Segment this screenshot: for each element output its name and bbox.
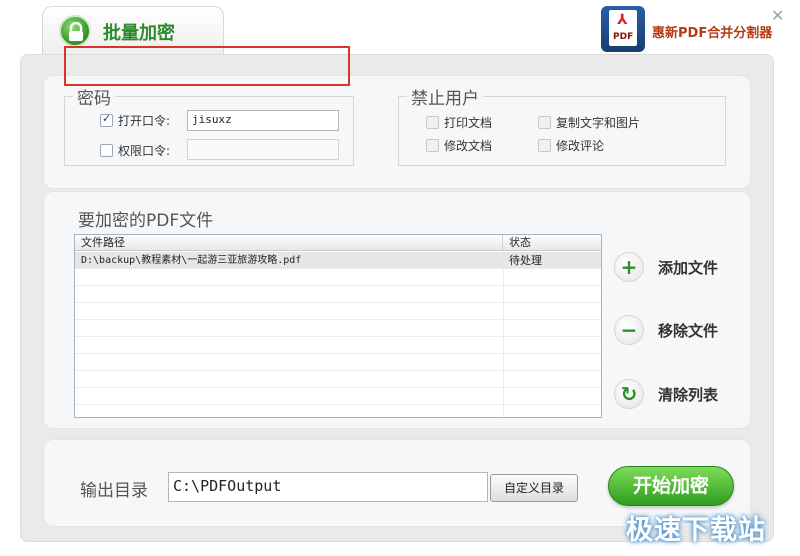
pdf-mark: ⅄	[617, 12, 628, 28]
password-legend: 密码	[77, 89, 111, 109]
output-dir-input[interactable]: C:\PDFOutput	[168, 472, 488, 502]
empty-row	[75, 269, 601, 286]
window-title: 批量加密	[103, 23, 175, 44]
output-dir-label: 输出目录	[80, 481, 148, 501]
forbid-modify-checkbox[interactable]: 修改文档	[426, 137, 492, 154]
forbid-print-label: 打印文档	[444, 116, 493, 130]
close-button[interactable]: ✕	[771, 6, 784, 25]
remove-glyph: −	[620, 318, 638, 342]
forbid-print-check-box[interactable]	[426, 116, 439, 129]
file-status-cell: 待处理	[509, 254, 542, 267]
empty-row	[75, 388, 601, 405]
forbid-comment-check-box[interactable]	[538, 139, 551, 152]
empty-row	[75, 286, 601, 303]
open-password-input[interactable]: jisuxz	[187, 110, 339, 131]
remove-icon[interactable]: −	[614, 315, 644, 345]
empty-row	[75, 337, 601, 354]
permission-password-input[interactable]	[187, 139, 339, 160]
add-file-label: 添加文件	[658, 258, 719, 277]
forbid-copy-label: 复制文字和图片	[556, 116, 641, 130]
highlight-annotation	[64, 46, 350, 86]
empty-row	[75, 371, 601, 388]
lock-icon	[59, 15, 91, 47]
files-panel: 要加密的PDF文件 文件路径 状态 D:\backup\教程素材\一起游三亚旅游…	[43, 191, 751, 429]
open-password-checkbox[interactable]: 打开口令:	[100, 112, 170, 129]
refresh-icon[interactable]: ↻	[614, 379, 644, 409]
app-window: 批量加密 ⅄ PDF 惠新PDF合并分割器 ✕ 密码 打开口令: jisuxz …	[0, 0, 800, 556]
forbid-print-checkbox[interactable]: 打印文档	[426, 114, 492, 131]
file-table[interactable]: 文件路径 状态 D:\backup\教程素材\一起游三亚旅游攻略.pdf 待处理	[74, 234, 602, 418]
permission-password-check-box[interactable]	[100, 144, 113, 157]
forbid-comment-label: 修改评论	[556, 139, 605, 153]
forbid-copy-check-box[interactable]	[538, 116, 551, 129]
column-header-path[interactable]: 文件路径	[75, 235, 503, 251]
forbid-legend: 禁止用户	[411, 89, 479, 109]
open-password-check-box[interactable]	[100, 112, 113, 127]
empty-row	[75, 303, 601, 320]
forbid-copy-checkbox[interactable]: 复制文字和图片	[538, 114, 640, 131]
remove-file-label: 移除文件	[658, 321, 719, 340]
add-glyph: +	[620, 255, 638, 279]
files-title: 要加密的PDF文件	[78, 211, 214, 231]
empty-row	[75, 320, 601, 337]
clear-glyph: ↻	[620, 382, 638, 406]
column-header-status[interactable]: 状态	[503, 235, 601, 251]
open-password-label: 打开口令:	[118, 114, 171, 128]
custom-dir-button[interactable]: 自定义目录	[490, 474, 578, 502]
brand-name: 惠新PDF合并分割器	[652, 26, 773, 41]
pdf-paper: ⅄ PDF	[609, 10, 637, 46]
file-path-cell: D:\backup\教程素材\一起游三亚旅游攻略.pdf	[81, 255, 302, 266]
empty-row	[75, 354, 601, 371]
add-icon[interactable]: +	[614, 252, 644, 282]
main-area: 密码 打开口令: jisuxz 权限口令: 禁止用户 打印文档 复制文字和图片	[20, 54, 774, 542]
pdf-logo-icon: ⅄ PDF	[601, 6, 645, 52]
forbid-modify-check-box[interactable]	[426, 139, 439, 152]
clear-list-button[interactable]: ↻ 清除列表	[614, 379, 718, 409]
clear-list-label: 清除列表	[658, 385, 719, 404]
start-encrypt-button[interactable]: 开始加密	[608, 466, 734, 506]
permission-password-checkbox[interactable]: 权限口令:	[100, 142, 170, 159]
table-row[interactable]: D:\backup\教程素材\一起游三亚旅游攻略.pdf 待处理	[75, 252, 601, 269]
settings-panel: 密码 打开口令: jisuxz 权限口令: 禁止用户 打印文档 复制文字和图片	[43, 75, 751, 189]
remove-file-button[interactable]: − 移除文件	[614, 315, 718, 345]
forbid-modify-label: 修改文档	[444, 139, 493, 153]
forbid-comment-checkbox[interactable]: 修改评论	[538, 137, 604, 154]
add-file-button[interactable]: + 添加文件	[614, 252, 718, 282]
permission-password-label: 权限口令:	[118, 144, 171, 158]
pdf-logo-label: PDF	[613, 32, 634, 42]
site-watermark: 极速下载站	[626, 515, 766, 546]
